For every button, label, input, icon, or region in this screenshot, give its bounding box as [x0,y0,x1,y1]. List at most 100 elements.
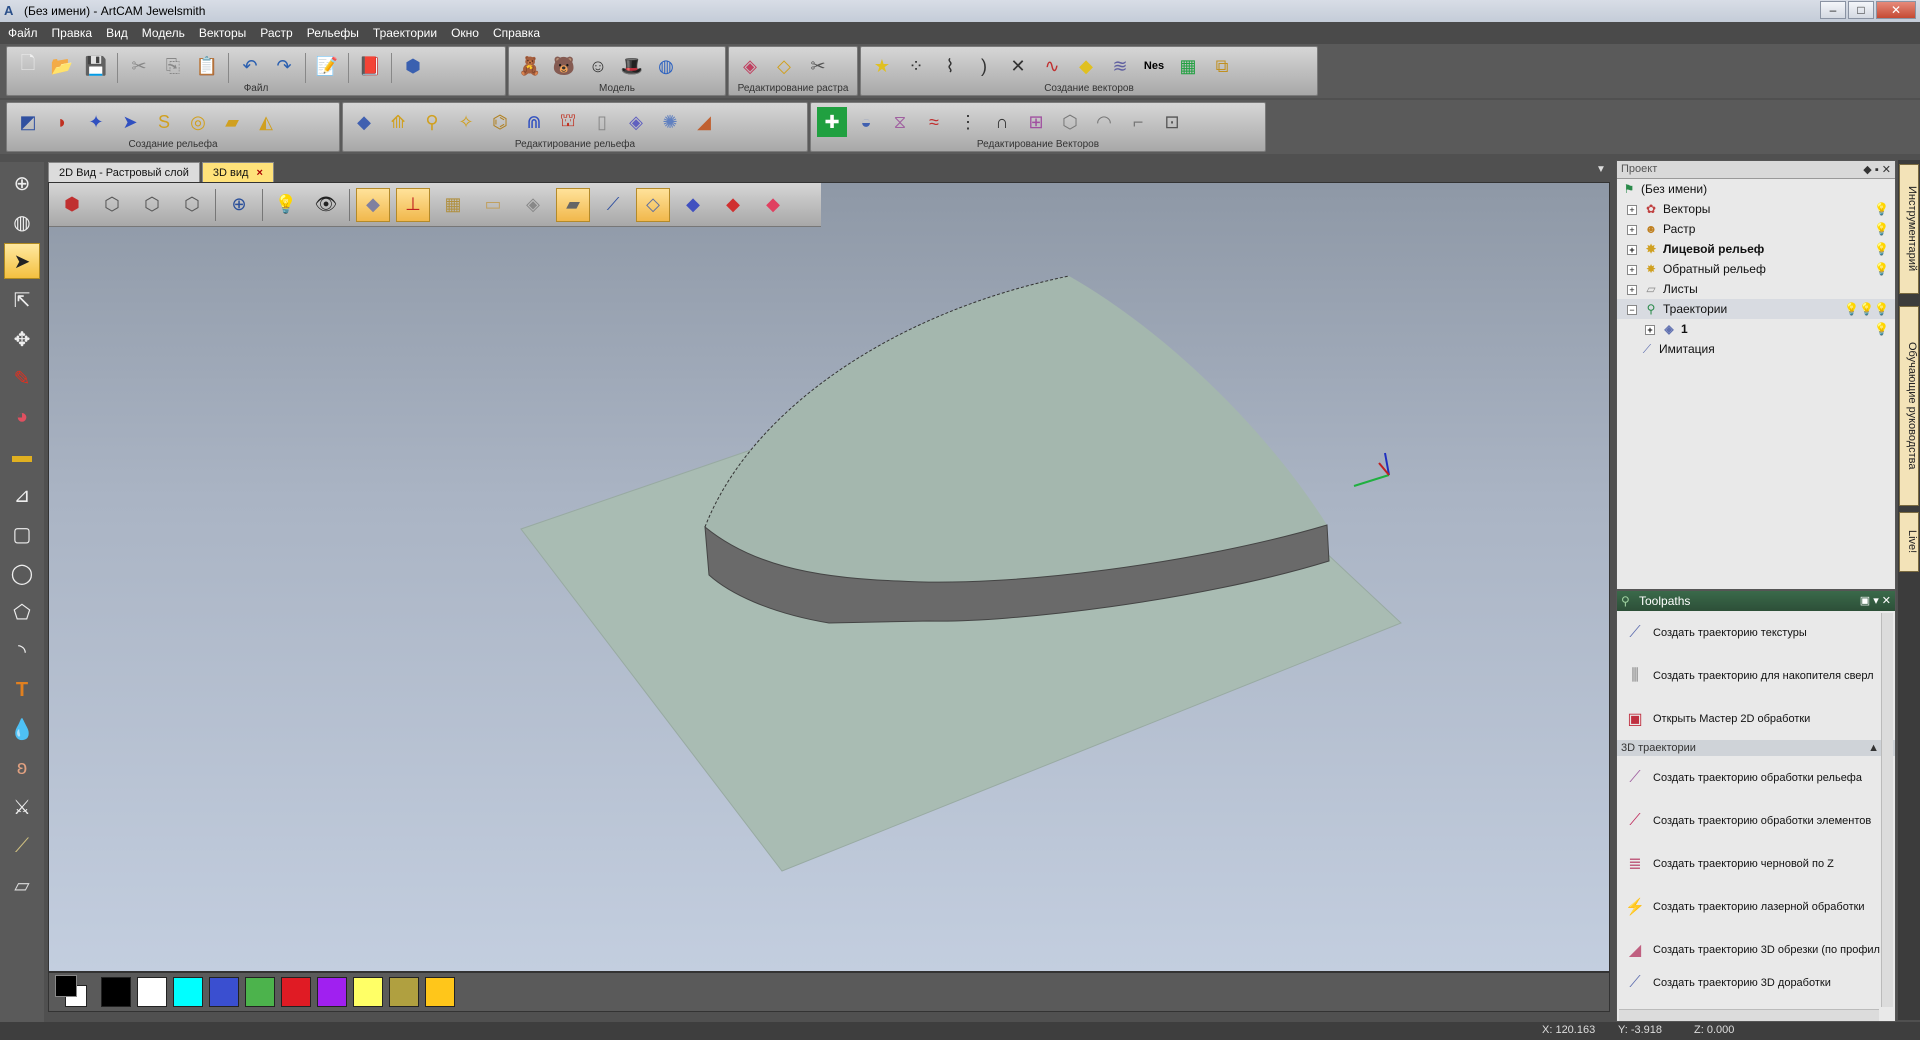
brush-icon[interactable]: ▬ [4,438,40,474]
color-swatch-red[interactable] [281,977,311,1007]
flat-relief-icon[interactable]: ◆ [349,107,379,137]
cross-vector-icon[interactable]: ✕ [1003,51,1033,81]
visibility-bulb-icon[interactable]: 💡 [1874,239,1889,259]
box-icon[interactable]: ▦ [436,188,470,222]
weave-relief-icon[interactable]: ◎ [183,107,213,137]
select-arrow-icon[interactable]: ➤ [4,243,40,279]
color-swatch-olive[interactable] [389,977,419,1007]
tree-item-back-relief[interactable]: + ✸ Обратный рельеф 💡 [1617,259,1895,279]
bear-relief-icon[interactable]: 🧸 [515,51,545,81]
eraser-icon[interactable]: ▱ [4,867,40,903]
star-vector-icon[interactable]: ★ [867,51,897,81]
tree-expander[interactable]: + [1645,324,1655,335]
colorbar-icon[interactable]: ◆ [756,188,790,222]
drill-relief-icon[interactable]: ✺ [655,107,685,137]
copy-icon[interactable]: ⎘ [158,51,188,81]
tree-expander[interactable]: + [1627,284,1637,295]
pencil-icon[interactable]: ✎ [4,360,40,396]
side-tab-toolbox[interactable]: Инструментарий [1899,164,1919,294]
light-icon[interactable]: 💡 [269,188,303,222]
side-tab-live[interactable]: Live! [1899,512,1919,572]
tree-expander[interactable]: − [1627,304,1637,315]
portrait-icon[interactable]: ☺ [583,51,613,81]
menu-help[interactable]: Справка [493,26,540,40]
tree-item-sheets[interactable]: + ▱ Листы [1617,279,1895,299]
tabs-dropdown-icon[interactable]: ▼ [1596,164,1606,175]
toolpath-action-texture[interactable]: ⟋ Создать траекторию текстуры [1617,611,1895,654]
rotate-shape-icon[interactable]: ⬡ [1055,107,1085,137]
hat-icon[interactable]: 🎩 [617,51,647,81]
menu-toolpaths[interactable]: Траектории [373,26,437,40]
box-vector-icon[interactable]: ⊞ [1021,107,1051,137]
rectangle-icon[interactable]: ▢ [4,516,40,552]
text-tool-icon[interactable]: T [4,672,40,708]
spin-relief-icon[interactable]: ⚲ [417,107,447,137]
toolpath-action-feature[interactable]: ⟋ Создать траекторию обработки элементов [1617,799,1895,842]
bowl-vector-icon[interactable]: ◒ [851,107,881,137]
redo-icon[interactable]: ↷ [269,51,299,81]
nesting-icon[interactable]: Nes [1139,51,1169,81]
menu-file[interactable]: Файл [8,26,38,40]
primary-color-swatch[interactable] [55,975,77,997]
menu-reliefs[interactable]: Рельефы [307,26,359,40]
toolpath-action-wizard-2d[interactable]: ▣ Открыть Мастер 2D обработки [1617,697,1895,740]
arc-shape-icon[interactable]: ◠ [1089,107,1119,137]
color-swatch-gold[interactable] [425,977,455,1007]
tree-item-toolpath-1[interactable]: + ◈ 1 💡 [1617,319,1895,339]
toolpaths-vertical-scrollbar[interactable] [1881,613,1893,1007]
arc-vector-icon[interactable]: ) [969,51,999,81]
fill-vector-icon[interactable]: ◆ [1071,51,1101,81]
cylinder-relief-icon[interactable]: ▯ [587,107,617,137]
visibility-bulb-icon[interactable]: 💡 [1874,199,1889,219]
brush-icon[interactable]: ⟋ [596,188,630,222]
paint-raster-icon[interactable]: ◇ [769,51,799,81]
3d-viewport[interactable]: ⬢ ⬡ ⬡ ⬡ ⊕ 💡 👁 ◆ ⊥ ▦ ▭ ◈ ▰ ⟋ ◇ ◆ ◆ ◆ [48,182,1610,972]
corner-shape-icon[interactable]: ⌐ [1123,107,1153,137]
menu-model[interactable]: Модель [142,26,185,40]
spike-relief-icon[interactable]: ⟰ [383,107,413,137]
stack-vector-icon[interactable]: ≋ [1105,51,1135,81]
zoom-tool-icon[interactable]: ⊕ [4,165,40,201]
plate-relief-icon[interactable]: ◈ [621,107,651,137]
toolpath-action-relief[interactable]: ⟋ Создать траекторию обработки рельефа [1617,756,1895,799]
toolpath-action-drill-bank[interactable]: ⫼ Создать траекторию для накопителя свер… [1617,654,1895,697]
relief-red-icon[interactable]: ◆ [716,188,750,222]
smooth-vector-icon[interactable]: ∿ [1037,51,1067,81]
node-vector-icon[interactable]: ⌇ [935,51,965,81]
color-swatch-yellow[interactable] [353,977,383,1007]
rotate-relief-icon[interactable]: ➤ [115,107,145,137]
transform-icon[interactable]: ✥ [4,321,40,357]
visibility-bulb-icon[interactable]: 💡 [1874,319,1889,339]
dots-vector-icon[interactable]: ⁘ [901,51,931,81]
cut-relief-icon[interactable]: ⌬ [485,107,515,137]
circle-icon[interactable]: ◯ [4,555,40,591]
maximize-button[interactable]: □ [1848,1,1874,19]
grid-vector-icon[interactable]: ▦ [1173,51,1203,81]
eye-icon[interactable]: 👁 [309,188,343,222]
paint-bucket-icon[interactable]: ◕ [4,399,40,435]
sphere-grid-icon[interactable]: ◍ [651,51,681,81]
tree-expander[interactable]: + [1627,244,1637,255]
visibility-bulb-icon[interactable]: 💡 [1874,259,1889,279]
collapse-section-icon[interactable]: ▲ [1868,740,1879,756]
toolpath-action-laser[interactable]: ⚡ Создать траекторию лазерной обработки [1617,885,1895,928]
iso-view-icon[interactable]: ⬢ [55,188,89,222]
close-tab-icon[interactable]: × [256,164,262,182]
paste-icon[interactable]: 📋 [192,51,222,81]
wave-vector-icon[interactable]: ≈ [919,107,949,137]
side-view-icon[interactable]: ⬡ [135,188,169,222]
toolpath-action-rest-3d[interactable]: ⟋ Создать траекторию 3D доработки [1617,971,1895,995]
eraser-raster-icon[interactable]: ◈ [735,51,765,81]
active-colors[interactable] [55,975,95,1009]
color-swatch-blue[interactable] [209,977,239,1007]
tree-item-vectors[interactable]: + ✿ Векторы 💡 [1617,199,1895,219]
save-icon[interactable]: 💾 [81,51,111,81]
layer-toggle-icon[interactable]: ◇ [636,187,670,222]
tree-expander[interactable]: + [1627,204,1637,215]
arch-relief-icon[interactable]: ⋒ [519,107,549,137]
relief-blue-icon[interactable]: ◆ [676,188,710,222]
panel-pin-close-icon[interactable]: ◆ ▪ ✕ [1863,162,1891,179]
tree-root[interactable]: ⚑ (Без имени) [1617,179,1895,199]
plus-vector-icon[interactable]: ✚ [817,107,847,137]
plane-relief-icon[interactable]: ▰ [217,107,247,137]
